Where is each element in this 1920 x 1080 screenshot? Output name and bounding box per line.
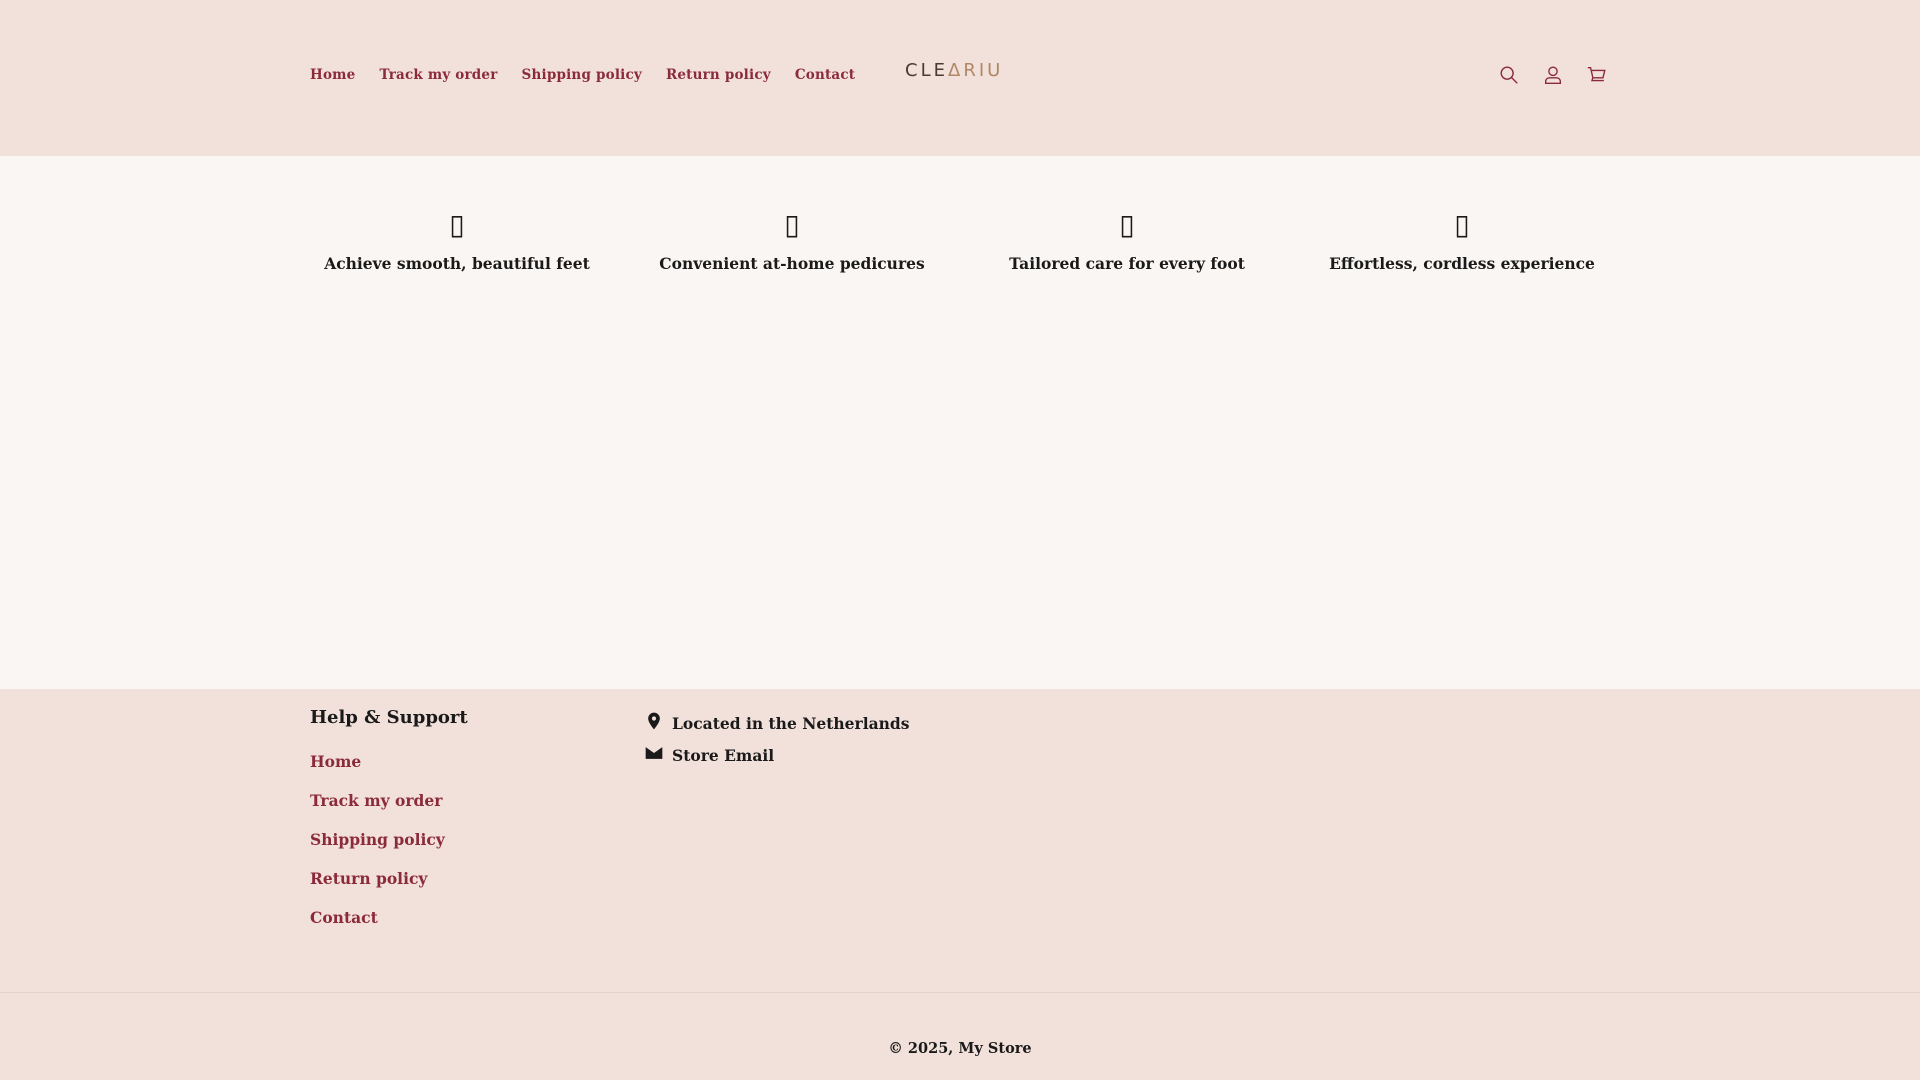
location-pin-icon [644,711,672,735]
email-text[interactable]: Store Email [672,746,774,765]
footer-link-item: Return policy [310,869,445,908]
feature-label: Tailored care for every foot [1009,254,1245,273]
cart-icon[interactable] [1586,64,1608,86]
feature-item: ▯ Tailored care for every foot [977,208,1277,273]
store-logo[interactable]: CLEΔRIU [905,60,1003,81]
location-text: Located in the Netherlands [672,713,910,733]
feature-icon: ▯ [1454,208,1470,241]
footer-link-item: Contact [310,908,445,947]
feature-item: ▯ Achieve smooth, beautiful feet [307,208,607,273]
nav-home[interactable]: Home [310,67,355,83]
footer-link-item: Shipping policy [310,830,445,869]
nav-contact[interactable]: Contact [795,67,855,83]
feature-label: Achieve smooth, beautiful feet [324,254,590,273]
feature-item: ▯ Effortless, cordless experience [1312,208,1612,273]
header-actions [1498,64,1608,86]
feature-label: Effortless, cordless experience [1329,254,1595,273]
nav-return-policy[interactable]: Return policy [666,67,771,83]
search-icon[interactable] [1498,64,1520,86]
location-row: Located in the Netherlands [644,707,909,739]
feature-label: Convenient at-home pedicures [659,254,925,273]
feature-item: ▯ Convenient at-home pedicures [642,208,942,273]
logo-text-end: RIU [963,60,1004,81]
footer-link-item: Home [310,752,445,791]
feature-icon: ▯ [784,208,800,241]
footer-link-track-order[interactable]: Track my order [310,791,442,810]
mail-icon [644,743,672,767]
feature-icon: ▯ [1119,208,1135,241]
footer-divider [0,992,1920,993]
account-icon[interactable] [1542,64,1564,86]
footer-link-shipping-policy[interactable]: Shipping policy [310,830,445,849]
nav-track-order[interactable]: Track my order [379,67,497,83]
footer-link-item: Track my order [310,791,445,830]
footer-link-return-policy[interactable]: Return policy [310,869,427,888]
features-section: ▯ Achieve smooth, beautiful feet ▯ Conve… [0,156,1920,689]
email-row[interactable]: Store Email [644,739,909,771]
footer-links: Home Track my order Shipping policy Retu… [310,752,445,947]
footer-heading: Help & Support [310,707,468,728]
site-footer: Help & Support Home Track my order Shipp… [0,689,1920,1080]
feature-icon: ▯ [449,208,465,241]
logo-mark: Δ [947,60,964,81]
footer-link-contact[interactable]: Contact [310,908,378,927]
copyright: © 2025, My Store [888,1040,1032,1057]
main-nav: Home Track my order Shipping policy Retu… [310,67,879,83]
logo-text-start: CLE [905,60,948,81]
footer-link-home[interactable]: Home [310,752,361,771]
site-header: Home Track my order Shipping policy Retu… [0,0,1920,156]
contact-info: Located in the Netherlands Store Email [644,707,909,771]
nav-shipping-policy[interactable]: Shipping policy [522,67,642,83]
